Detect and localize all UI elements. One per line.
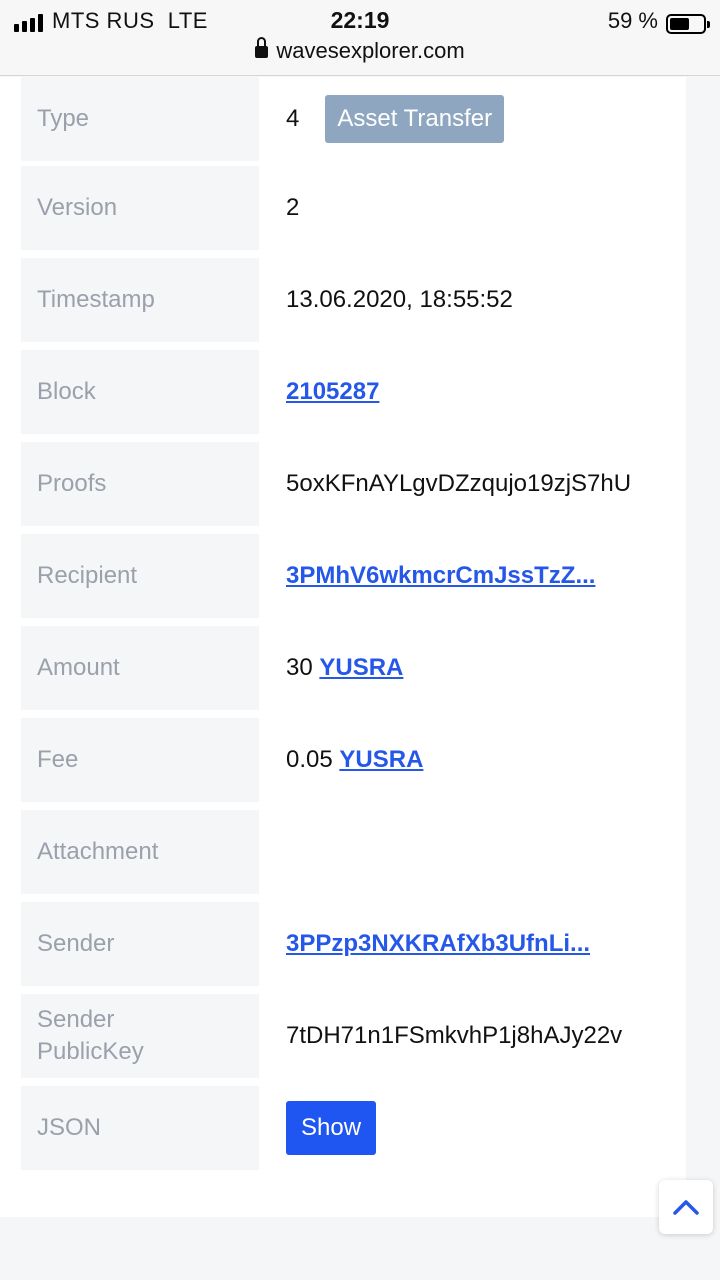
label-timestamp: Timestamp [21,258,259,342]
address-bar[interactable]: wavesexplorer.com [0,37,720,64]
row-version: Version 2 [21,166,681,250]
battery-icon [666,14,710,34]
amount-asset-link[interactable]: YUSRA [319,654,403,682]
row-block: Block 2105287 [21,350,681,434]
row-amount: Amount 30 YUSRA [21,626,681,710]
battery-percent: 59 % [607,8,658,33]
label-sender: Sender [21,902,259,986]
value-proofs: 5oxKFnAYLgvDZzqujo19zjS7hU [286,470,632,497]
row-fee: Fee 0.05 YUSRA [21,718,681,802]
value-json: Show [286,1086,681,1170]
row-type: Type 4 Asset Transfer [21,77,681,161]
label-attachment: Attachment [21,810,259,894]
fee-asset-link[interactable]: YUSRA [339,746,423,774]
value-type: 4 Asset Transfer [286,77,681,161]
row-recipient: Recipient 3PMhV6wkmcrCmJssTzZ... [21,534,681,618]
label-amount: Amount [21,626,259,710]
row-attachment: Attachment [21,810,681,894]
scroll-to-top-button[interactable] [659,1180,713,1234]
page-footer-area [0,1217,720,1280]
row-sender-public-key: Sender PublicKey 7tDH71n1FSmkvhP1j8hAJy22… [21,994,681,1078]
row-proofs: Proofs 5oxKFnAYLgvDZzqujo19zjS7hU [21,442,681,526]
url-text: wavesexplorer.com [276,38,465,63]
sender-link[interactable]: 3PPzp3NXKRAfXb3UfnLi... [286,930,590,958]
label-type: Type [21,77,259,161]
value-version: 2 [286,194,300,221]
label-json: JSON [21,1086,259,1170]
type-number: 4 [286,105,300,132]
fee-number: 0.05 [286,746,333,773]
show-json-button[interactable]: Show [286,1101,377,1155]
value-sender: 3PPzp3NXKRAfXb3UfnLi... [286,902,681,986]
value-amount: 30 YUSRA [286,626,681,710]
value-fee: 0.05 YUSRA [286,718,681,802]
label-sender-public-key: Sender PublicKey [21,994,259,1078]
value-recipient: 3PMhV6wkmcrCmJssTzZ... [286,534,681,618]
chevron-up-icon [673,1200,699,1215]
status-bar: MTS RUS LTE 22:19 59 % wavesexplorer.com [0,0,720,76]
lock-icon [255,37,269,59]
value-block: 2105287 [286,350,681,434]
value-timestamp: 13.06.2020, 18:55:52 [286,286,513,313]
row-sender: Sender 3PPzp3NXKRAfXb3UfnLi... [21,902,681,986]
label-sender-public-key-line1: Sender [37,1006,115,1033]
label-recipient: Recipient [21,534,259,618]
type-badge: Asset Transfer [325,95,505,143]
amount-number: 30 [286,654,313,681]
transaction-details-card: Type 4 Asset Transfer Version 2 Timestam… [0,77,686,1217]
label-version: Version [21,166,259,250]
value-attachment [286,810,681,894]
label-block: Block [21,350,259,434]
label-sender-public-key-line2: PublicKey [37,1038,144,1065]
row-timestamp: Timestamp 13.06.2020, 18:55:52 [21,258,681,342]
recipient-link[interactable]: 3PMhV6wkmcrCmJssTzZ... [286,562,595,590]
label-proofs: Proofs [21,442,259,526]
value-sender-public-key: 7tDH71n1FSmkvhP1j8hAJy22v [286,1022,623,1049]
block-link[interactable]: 2105287 [286,378,379,406]
label-fee: Fee [21,718,259,802]
row-json: JSON Show [21,1086,681,1170]
